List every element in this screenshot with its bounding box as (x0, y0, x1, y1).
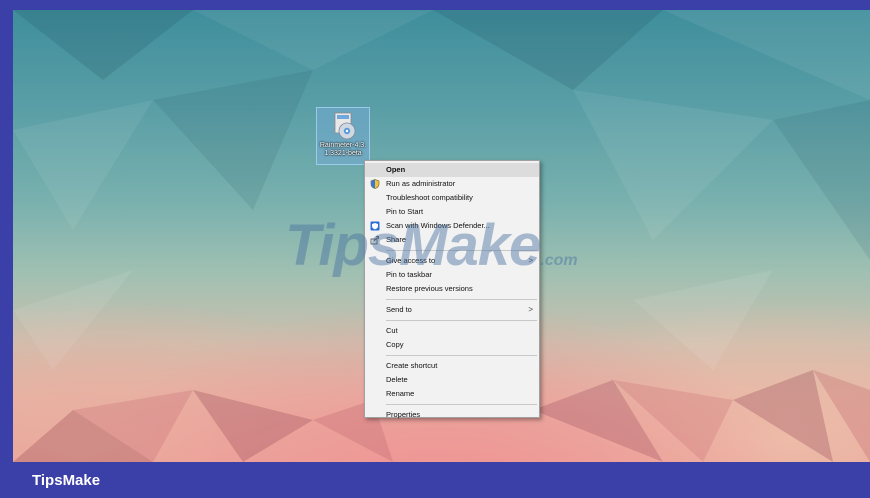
menu-item-pin-to-start[interactable]: Pin to Start (365, 205, 539, 219)
menu-item-label: Run as administrator (386, 179, 456, 188)
menu-item-label: Pin to Start (386, 207, 424, 216)
submenu-arrow-icon: > (528, 305, 533, 314)
menu-item-label: Create shortcut (386, 361, 438, 370)
menu-item-properties[interactable]: Properties (365, 408, 539, 422)
menu-item-send-to[interactable]: Send to > (365, 303, 539, 317)
menu-item-create-shortcut[interactable]: Create shortcut (365, 359, 539, 373)
shield-icon (370, 179, 380, 189)
desktop: Rainmeter-4.3.1.3321-beta Open Run as adm… (13, 10, 870, 462)
menu-item-label: Scan with Windows Defender... (386, 221, 490, 230)
menu-separator (386, 299, 537, 300)
menu-separator (386, 355, 537, 356)
menu-item-rename[interactable]: Rename (365, 387, 539, 401)
menu-item-label: Troubleshoot compatibility (386, 193, 473, 202)
menu-item-label: Rename (386, 389, 415, 398)
submenu-arrow-icon: > (528, 256, 533, 265)
share-icon (370, 235, 380, 245)
menu-separator (386, 250, 537, 251)
menu-item-label: Pin to taskbar (386, 270, 432, 279)
menu-item-run-as-administrator[interactable]: Run as administrator (365, 177, 539, 191)
defender-icon (370, 221, 380, 231)
menu-item-delete[interactable]: Delete (365, 373, 539, 387)
menu-item-label: Share (386, 235, 407, 244)
menu-separator (386, 404, 537, 405)
menu-item-label: Cut (386, 326, 398, 335)
menu-item-troubleshoot-compatibility[interactable]: Troubleshoot compatibility (365, 191, 539, 205)
menu-item-label: Give access to (386, 256, 436, 265)
menu-item-scan-with-windows-defender[interactable]: Scan with Windows Defender... (365, 219, 539, 233)
menu-item-label: Copy (386, 340, 404, 349)
menu-item-label: Delete (386, 375, 408, 384)
menu-item-cut[interactable]: Cut (365, 324, 539, 338)
menu-item-share[interactable]: Share (365, 233, 539, 247)
menu-item-open[interactable]: Open (365, 163, 539, 177)
desktop-file-label: Rainmeter-4.3.1.3321-beta (319, 142, 367, 157)
menu-item-copy[interactable]: Copy (365, 338, 539, 352)
desktop-file-icon[interactable]: Rainmeter-4.3.1.3321-beta (316, 107, 370, 165)
installer-disc-icon (334, 112, 356, 140)
menu-item-give-access-to[interactable]: Give access to > (365, 254, 539, 268)
context-menu: Open Run as administrator Troubleshoot com… (364, 160, 540, 419)
menu-item-label: Restore previous versions (386, 284, 473, 293)
menu-item-pin-to-taskbar[interactable]: Pin to taskbar (365, 268, 539, 282)
menu-item-label: Properties (386, 410, 421, 419)
menu-item-label: Open (386, 165, 406, 174)
menu-item-label: Send to (386, 305, 412, 314)
menu-item-restore-previous-versions[interactable]: Restore previous versions (365, 282, 539, 296)
footer-brand: TipsMake (32, 472, 101, 489)
menu-separator (386, 320, 537, 321)
